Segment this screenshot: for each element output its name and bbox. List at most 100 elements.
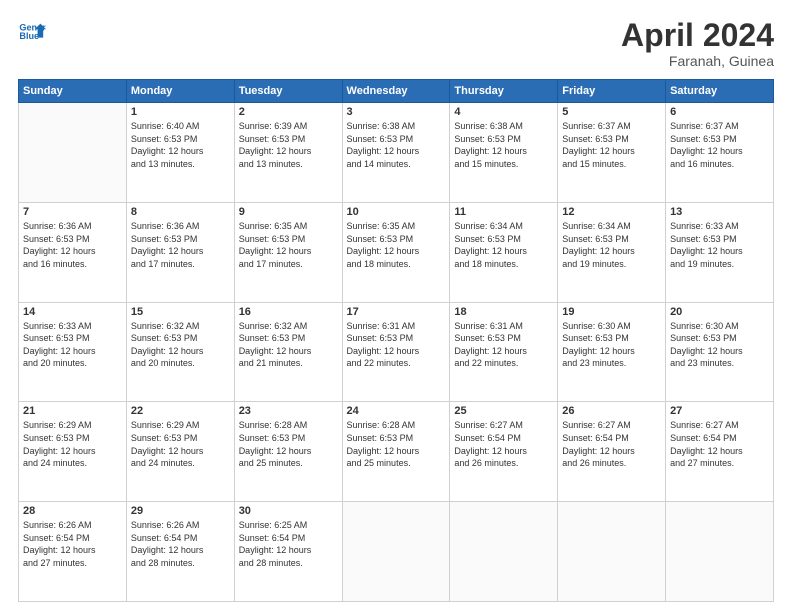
calendar-cell: 16 Sunrise: 6:32 AM Sunset: 6:53 PM Dayli… xyxy=(234,302,342,402)
day-info: Sunrise: 6:28 AM Sunset: 6:53 PM Dayligh… xyxy=(347,419,446,469)
calendar-header-wednesday: Wednesday xyxy=(342,80,450,103)
calendar-header-row: SundayMondayTuesdayWednesdayThursdayFrid… xyxy=(19,80,774,103)
day-number: 24 xyxy=(347,405,446,417)
day-info: Sunrise: 6:37 AM Sunset: 6:53 PM Dayligh… xyxy=(670,120,769,170)
calendar-cell: 24 Sunrise: 6:28 AM Sunset: 6:53 PM Dayli… xyxy=(342,402,450,502)
calendar-cell: 11 Sunrise: 6:34 AM Sunset: 6:53 PM Dayli… xyxy=(450,202,558,302)
calendar-cell: 21 Sunrise: 6:29 AM Sunset: 6:53 PM Dayli… xyxy=(19,402,127,502)
day-number: 11 xyxy=(454,206,553,218)
day-number: 6 xyxy=(670,106,769,118)
calendar-header-sunday: Sunday xyxy=(19,80,127,103)
calendar-header-thursday: Thursday xyxy=(450,80,558,103)
day-info: Sunrise: 6:26 AM Sunset: 6:54 PM Dayligh… xyxy=(23,519,122,569)
day-info: Sunrise: 6:26 AM Sunset: 6:54 PM Dayligh… xyxy=(131,519,230,569)
day-number: 27 xyxy=(670,405,769,417)
day-info: Sunrise: 6:33 AM Sunset: 6:53 PM Dayligh… xyxy=(23,320,122,370)
calendar-cell: 3 Sunrise: 6:38 AM Sunset: 6:53 PM Daylig… xyxy=(342,103,450,203)
day-info: Sunrise: 6:32 AM Sunset: 6:53 PM Dayligh… xyxy=(131,320,230,370)
calendar-cell: 6 Sunrise: 6:37 AM Sunset: 6:53 PM Daylig… xyxy=(666,103,774,203)
day-info: Sunrise: 6:37 AM Sunset: 6:53 PM Dayligh… xyxy=(562,120,661,170)
calendar-header-monday: Monday xyxy=(126,80,234,103)
day-number: 9 xyxy=(239,206,338,218)
day-number: 8 xyxy=(131,206,230,218)
calendar-cell: 14 Sunrise: 6:33 AM Sunset: 6:53 PM Dayli… xyxy=(19,302,127,402)
day-info: Sunrise: 6:31 AM Sunset: 6:53 PM Dayligh… xyxy=(454,320,553,370)
calendar-cell: 28 Sunrise: 6:26 AM Sunset: 6:54 PM Dayli… xyxy=(19,502,127,602)
day-info: Sunrise: 6:30 AM Sunset: 6:53 PM Dayligh… xyxy=(670,320,769,370)
day-info: Sunrise: 6:27 AM Sunset: 6:54 PM Dayligh… xyxy=(562,419,661,469)
day-number: 19 xyxy=(562,306,661,318)
day-info: Sunrise: 6:31 AM Sunset: 6:53 PM Dayligh… xyxy=(347,320,446,370)
calendar-cell: 20 Sunrise: 6:30 AM Sunset: 6:53 PM Dayli… xyxy=(666,302,774,402)
day-number: 7 xyxy=(23,206,122,218)
day-info: Sunrise: 6:34 AM Sunset: 6:53 PM Dayligh… xyxy=(454,220,553,270)
day-number: 26 xyxy=(562,405,661,417)
day-number: 17 xyxy=(347,306,446,318)
calendar-cell: 30Sunrise: 6:25 AM Sunset: 6:54 PM Dayli… xyxy=(234,502,342,602)
calendar-cell: 19 Sunrise: 6:30 AM Sunset: 6:53 PM Dayli… xyxy=(558,302,666,402)
day-number: 10 xyxy=(347,206,446,218)
day-number: 2 xyxy=(239,106,338,118)
day-info: Sunrise: 6:33 AM Sunset: 6:53 PM Dayligh… xyxy=(670,220,769,270)
calendar-cell: 25 Sunrise: 6:27 AM Sunset: 6:54 PM Dayli… xyxy=(450,402,558,502)
day-info: Sunrise: 6:38 AM Sunset: 6:53 PM Dayligh… xyxy=(347,120,446,170)
calendar-week-row: 1 Sunrise: 6:40 AM Sunset: 6:53 PM Daylig… xyxy=(19,103,774,203)
day-number: 16 xyxy=(239,306,338,318)
calendar-location: Faranah, Guinea xyxy=(621,53,774,69)
day-info: Sunrise: 6:27 AM Sunset: 6:54 PM Dayligh… xyxy=(454,419,553,469)
day-number: 15 xyxy=(131,306,230,318)
calendar-cell: 26 Sunrise: 6:27 AM Sunset: 6:54 PM Dayli… xyxy=(558,402,666,502)
calendar-week-row: 21 Sunrise: 6:29 AM Sunset: 6:53 PM Dayli… xyxy=(19,402,774,502)
calendar-header-friday: Friday xyxy=(558,80,666,103)
logo-icon: General Blue xyxy=(18,18,46,46)
calendar-week-row: 28 Sunrise: 6:26 AM Sunset: 6:54 PM Dayli… xyxy=(19,502,774,602)
calendar-cell xyxy=(342,502,450,602)
day-number: 21 xyxy=(23,405,122,417)
day-number: 22 xyxy=(131,405,230,417)
calendar-cell xyxy=(19,103,127,203)
day-number: 29 xyxy=(131,505,230,517)
calendar-header-tuesday: Tuesday xyxy=(234,80,342,103)
calendar-cell: 7 Sunrise: 6:36 AM Sunset: 6:53 PM Daylig… xyxy=(19,202,127,302)
day-number: 20 xyxy=(670,306,769,318)
calendar-title: April 2024 xyxy=(621,18,774,53)
day-info: Sunrise: 6:38 AM Sunset: 6:53 PM Dayligh… xyxy=(454,120,553,170)
day-info: Sunrise: 6:35 AM Sunset: 6:53 PM Dayligh… xyxy=(239,220,338,270)
day-info: Sunrise: 6:36 AM Sunset: 6:53 PM Dayligh… xyxy=(131,220,230,270)
title-block: April 2024 Faranah, Guinea xyxy=(621,18,774,69)
calendar-cell: 2 Sunrise: 6:39 AM Sunset: 6:53 PM Daylig… xyxy=(234,103,342,203)
day-number: 3 xyxy=(347,106,446,118)
day-info: Sunrise: 6:30 AM Sunset: 6:53 PM Dayligh… xyxy=(562,320,661,370)
day-number: 1 xyxy=(131,106,230,118)
calendar-cell: 8 Sunrise: 6:36 AM Sunset: 6:53 PM Daylig… xyxy=(126,202,234,302)
calendar-week-row: 7 Sunrise: 6:36 AM Sunset: 6:53 PM Daylig… xyxy=(19,202,774,302)
calendar-cell: 4Sunrise: 6:38 AM Sunset: 6:53 PM Daylig… xyxy=(450,103,558,203)
day-number: 25 xyxy=(454,405,553,417)
calendar-cell: 15 Sunrise: 6:32 AM Sunset: 6:53 PM Dayli… xyxy=(126,302,234,402)
calendar-cell: 29 Sunrise: 6:26 AM Sunset: 6:54 PM Dayli… xyxy=(126,502,234,602)
calendar-cell: 10 Sunrise: 6:35 AM Sunset: 6:53 PM Dayli… xyxy=(342,202,450,302)
day-info: Sunrise: 6:35 AM Sunset: 6:53 PM Dayligh… xyxy=(347,220,446,270)
calendar-week-row: 14 Sunrise: 6:33 AM Sunset: 6:53 PM Dayli… xyxy=(19,302,774,402)
calendar-cell: 27 Sunrise: 6:27 AM Sunset: 6:54 PM Dayli… xyxy=(666,402,774,502)
calendar-cell: 5Sunrise: 6:37 AM Sunset: 6:53 PM Daylig… xyxy=(558,103,666,203)
calendar-cell: 9 Sunrise: 6:35 AM Sunset: 6:53 PM Daylig… xyxy=(234,202,342,302)
day-info: Sunrise: 6:40 AM Sunset: 6:53 PM Dayligh… xyxy=(131,120,230,170)
day-info: Sunrise: 6:39 AM Sunset: 6:53 PM Dayligh… xyxy=(239,120,338,170)
day-number: 18 xyxy=(454,306,553,318)
day-number: 12 xyxy=(562,206,661,218)
svg-text:Blue: Blue xyxy=(19,31,39,41)
calendar-header-saturday: Saturday xyxy=(666,80,774,103)
calendar-cell: 23Sunrise: 6:28 AM Sunset: 6:53 PM Dayli… xyxy=(234,402,342,502)
day-number: 28 xyxy=(23,505,122,517)
calendar-cell xyxy=(450,502,558,602)
day-info: Sunrise: 6:29 AM Sunset: 6:53 PM Dayligh… xyxy=(23,419,122,469)
day-info: Sunrise: 6:32 AM Sunset: 6:53 PM Dayligh… xyxy=(239,320,338,370)
day-number: 14 xyxy=(23,306,122,318)
page-header: General Blue April 2024 Faranah, Guinea xyxy=(18,18,774,69)
day-info: Sunrise: 6:25 AM Sunset: 6:54 PM Dayligh… xyxy=(239,519,338,569)
calendar-cell xyxy=(558,502,666,602)
day-info: Sunrise: 6:36 AM Sunset: 6:53 PM Dayligh… xyxy=(23,220,122,270)
day-info: Sunrise: 6:27 AM Sunset: 6:54 PM Dayligh… xyxy=(670,419,769,469)
calendar-table: SundayMondayTuesdayWednesdayThursdayFrid… xyxy=(18,79,774,602)
